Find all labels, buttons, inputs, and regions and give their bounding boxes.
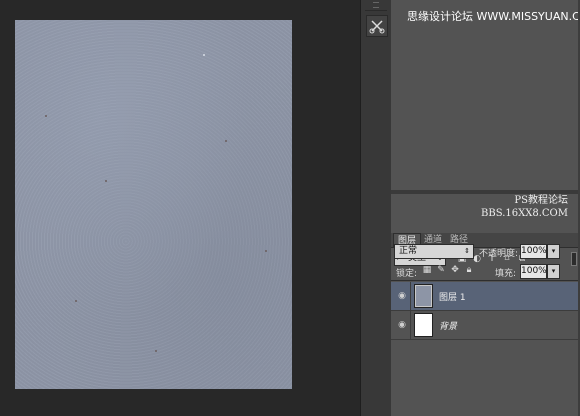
opacity-input[interactable]: 100% xyxy=(520,244,547,259)
upper-panel-area xyxy=(391,0,580,190)
document-canvas-stone-texture[interactable] xyxy=(15,20,292,389)
drag-grip[interactable] xyxy=(373,2,379,8)
layers-list-divider xyxy=(391,280,580,281)
right-panel: 思缘设计论坛 WWW.MISSYUAN.COM PS教程论坛 BBS.16XX8… xyxy=(391,0,580,416)
lock-position-icon[interactable]: ✥ xyxy=(450,265,460,276)
watermark-line-2: BBS.16XX8.COM xyxy=(481,208,568,219)
fill-label: 填充: xyxy=(495,269,517,279)
canvas-area[interactable] xyxy=(0,0,360,416)
blend-mode-value: 正常 xyxy=(399,246,418,256)
opacity-label: 不透明度: xyxy=(479,249,519,259)
lock-transparent-icon[interactable]: ▦ xyxy=(422,265,432,276)
blend-mode-select[interactable]: 正常 ⇕ xyxy=(394,244,474,259)
collapsed-panel-strip xyxy=(360,0,392,416)
layer-thumbnail xyxy=(414,284,433,308)
layer-thumbnail xyxy=(414,313,433,337)
lock-label: 锁定: xyxy=(396,269,418,279)
opacity-dropdown-button[interactable]: ▾ xyxy=(547,244,560,259)
layer-row-separator xyxy=(410,311,411,339)
lock-all-icon[interactable]: 🔒︎ xyxy=(464,265,474,276)
layer-row-layer-1[interactable]: ◉ 图层 1 xyxy=(391,282,580,311)
fill-dropdown-button[interactable]: ▾ xyxy=(547,264,560,279)
filter-toggle-switch[interactable] xyxy=(571,252,577,266)
watermark-line-1: PS教程论坛 xyxy=(514,195,568,206)
watermark-text-mid: PS教程论坛 BBS.16XX8.COM xyxy=(481,194,568,220)
layer-row-separator xyxy=(410,282,411,310)
lock-image-icon[interactable]: ✎ xyxy=(436,265,446,276)
layer-row-background[interactable]: ◉ 背景 xyxy=(391,311,580,340)
watermark-text-top: 思缘设计论坛 WWW.MISSYUAN.COM xyxy=(407,10,580,23)
scissors-tools-icon xyxy=(369,20,385,34)
fill-input[interactable]: 100% xyxy=(520,264,547,279)
visibility-eye-icon[interactable]: ◉ xyxy=(397,291,407,301)
chevron-updown-icon: ⇕ xyxy=(464,247,470,255)
visibility-eye-icon[interactable]: ◉ xyxy=(397,320,407,330)
strip-divider xyxy=(365,10,387,11)
tool-presets-button[interactable] xyxy=(366,15,388,37)
layers-list-empty-area xyxy=(391,340,580,416)
layer-name[interactable]: 图层 1 xyxy=(439,290,466,303)
layer-name[interactable]: 背景 xyxy=(439,319,457,332)
